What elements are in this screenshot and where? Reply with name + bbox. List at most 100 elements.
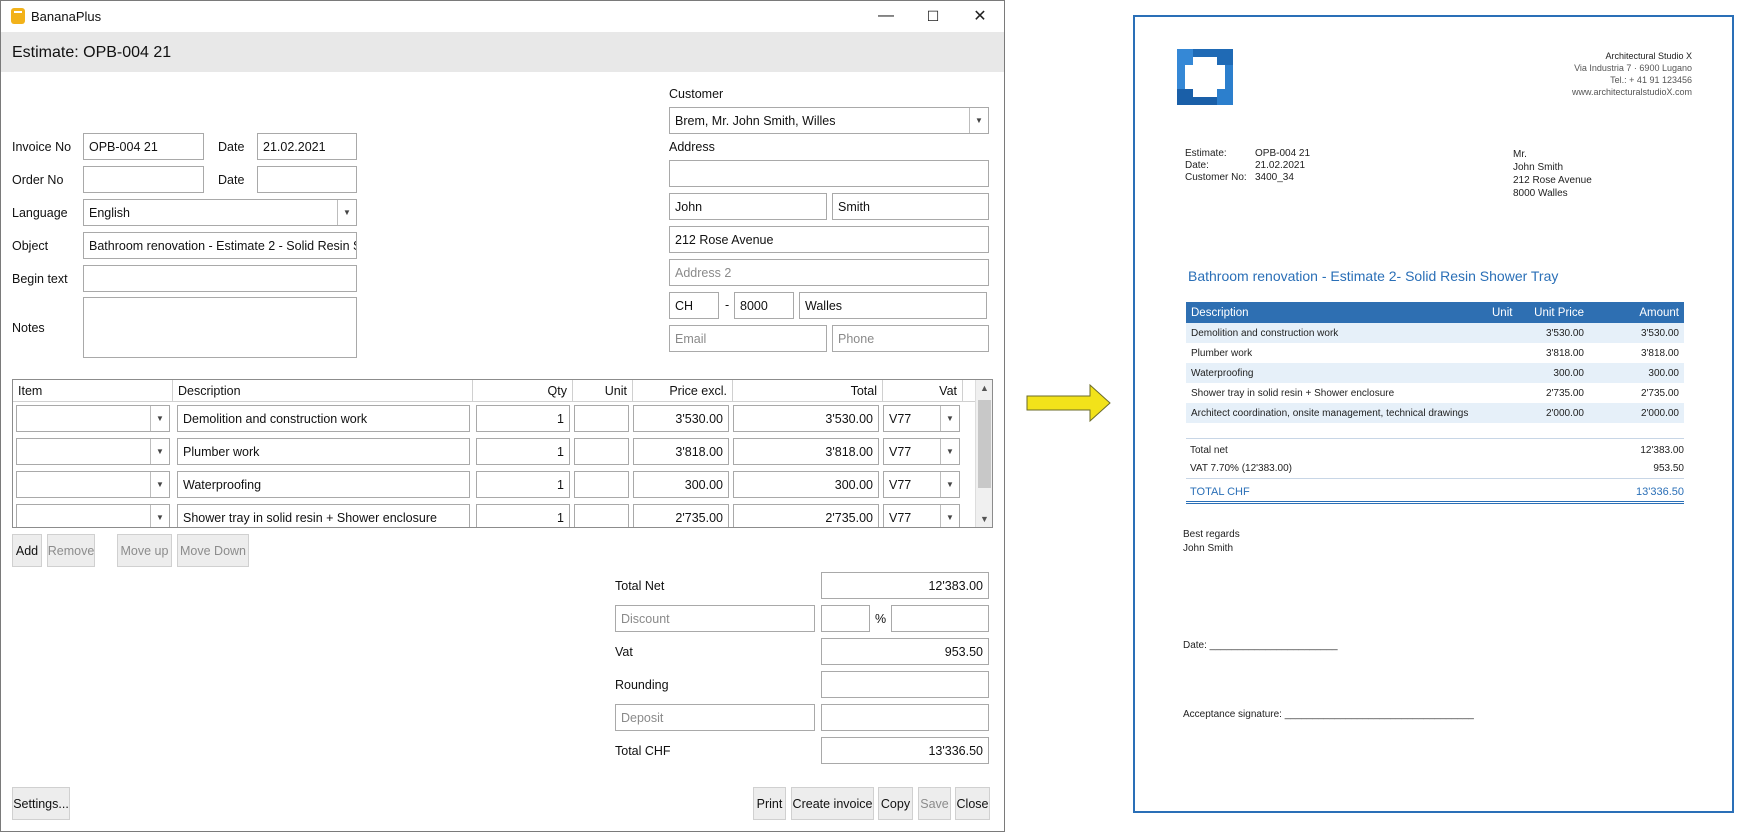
address-label: Address — [669, 140, 715, 154]
total-cell[interactable]: 3'818.00 — [733, 438, 879, 465]
zip-field[interactable]: 8000 — [734, 292, 794, 319]
deposit-description-field[interactable]: Deposit — [615, 704, 815, 731]
chevron-down-icon[interactable]: ▼ — [150, 406, 169, 431]
remove-row-button[interactable]: Remove — [47, 534, 95, 567]
print-button[interactable]: Print — [753, 787, 786, 820]
doc-row-description: Architect coordination, onsite managemen… — [1191, 408, 1469, 419]
object-field[interactable]: Bathroom renovation - Estimate 2 - Solid… — [83, 232, 357, 259]
price-cell[interactable]: 2'735.00 — [633, 504, 729, 527]
date-field[interactable]: 21.02.2021 — [257, 133, 357, 160]
unit-cell[interactable] — [574, 405, 629, 432]
vat-select[interactable]: V77 ▼ — [883, 504, 960, 527]
vat-select[interactable]: V77 ▼ — [883, 471, 960, 498]
chevron-down-icon[interactable]: ▼ — [940, 472, 959, 497]
move-up-button[interactable]: Move up — [117, 534, 172, 567]
scroll-up-icon[interactable]: ▲ — [976, 380, 992, 396]
column-header-price[interactable]: Price excl. — [633, 380, 733, 402]
qty-cell[interactable]: 1 — [476, 438, 570, 465]
total-cell[interactable]: 300.00 — [733, 471, 879, 498]
add-row-button[interactable]: Add — [12, 534, 42, 567]
column-header-item[interactable]: Item — [13, 380, 173, 402]
notes-field[interactable] — [83, 297, 357, 358]
discount-amount-field[interactable] — [891, 605, 989, 632]
customer-select[interactable]: Brem, Mr. John Smith, Willes ▼ — [669, 107, 989, 134]
discount-description-field[interactable]: Discount — [615, 605, 815, 632]
item-select[interactable]: ▼ — [16, 438, 170, 465]
close-button[interactable]: Close — [955, 787, 990, 820]
column-header-qty[interactable]: Qty — [473, 380, 573, 402]
minimize-button[interactable]: — — [863, 1, 909, 31]
street-field[interactable]: 212 Rose Avenue — [669, 226, 989, 253]
unit-cell[interactable] — [574, 438, 629, 465]
doc-row-amount: 2'735.00 — [1640, 388, 1679, 399]
city-field[interactable]: Walles — [799, 292, 987, 319]
qty-cell[interactable]: 1 — [476, 504, 570, 527]
price-cell[interactable]: 300.00 — [633, 471, 729, 498]
close-window-button[interactable]: ✕ — [957, 1, 1003, 31]
scroll-down-icon[interactable]: ▼ — [976, 511, 992, 527]
create-invoice-button[interactable]: Create invoice — [791, 787, 874, 820]
description-cell[interactable]: Plumber work — [177, 438, 470, 465]
order-date-label: Date — [218, 173, 245, 187]
chevron-down-icon[interactable]: ▼ — [150, 472, 169, 497]
total-cell[interactable]: 2'735.00 — [733, 504, 879, 527]
total-cell[interactable]: 3'530.00 — [733, 405, 879, 432]
rounding-field[interactable] — [821, 671, 989, 698]
chevron-down-icon[interactable]: ▼ — [150, 505, 169, 527]
doc-header-unit-price: Unit Price — [1534, 307, 1584, 319]
column-header-vat[interactable]: Vat — [883, 380, 963, 402]
chevron-down-icon[interactable]: ▼ — [940, 439, 959, 464]
vat-select[interactable]: V77 ▼ — [883, 405, 960, 432]
phone-field[interactable]: Phone — [832, 325, 989, 352]
chevron-down-icon[interactable]: ▼ — [940, 406, 959, 431]
description-cell[interactable]: Shower tray in solid resin + Shower encl… — [177, 504, 470, 527]
language-select[interactable]: English ▼ — [83, 199, 357, 226]
table-row[interactable]: ▼ Demolition and construction work 1 3'5… — [13, 402, 977, 435]
dialog-header: Estimate: OPB-004 21 — [1, 32, 1004, 72]
deposit-amount-field[interactable] — [821, 704, 989, 731]
doc-row-amount: 3'818.00 — [1640, 348, 1679, 359]
item-select[interactable]: ▼ — [16, 504, 170, 527]
unit-cell[interactable] — [574, 471, 629, 498]
table-row[interactable]: ▼ Waterproofing 1 300.00 300.00 V77 ▼ — [13, 468, 977, 501]
chevron-down-icon[interactable]: ▼ — [150, 439, 169, 464]
email-field[interactable]: Email — [669, 325, 827, 352]
order-date-field[interactable] — [257, 166, 357, 193]
description-cell[interactable]: Waterproofing — [177, 471, 470, 498]
chevron-down-icon[interactable]: ▼ — [940, 505, 959, 527]
country-field[interactable]: CH — [669, 292, 719, 319]
qty-cell[interactable]: 1 — [476, 405, 570, 432]
order-no-field[interactable] — [83, 166, 204, 193]
vertical-scrollbar[interactable]: ▲ ▼ — [975, 380, 992, 527]
save-button[interactable]: Save — [918, 787, 951, 820]
column-header-unit[interactable]: Unit — [573, 380, 633, 402]
copy-button[interactable]: Copy — [878, 787, 913, 820]
discount-percent-field[interactable] — [821, 605, 870, 632]
table-row[interactable]: ▼ Plumber work 1 3'818.00 3'818.00 V77 ▼ — [13, 435, 977, 468]
doc-row-description: Demolition and construction work — [1191, 328, 1339, 339]
chevron-down-icon[interactable]: ▼ — [969, 108, 988, 133]
last-name-field[interactable]: Smith — [832, 193, 989, 220]
item-select[interactable]: ▼ — [16, 471, 170, 498]
column-header-description[interactable]: Description — [173, 380, 473, 402]
description-cell[interactable]: Demolition and construction work — [177, 405, 470, 432]
price-cell[interactable]: 3'818.00 — [633, 438, 729, 465]
vat-select[interactable]: V77 ▼ — [883, 438, 960, 465]
qty-cell[interactable]: 1 — [476, 471, 570, 498]
invoice-no-field[interactable]: OPB-004 21 — [83, 133, 204, 160]
percent-sign: % — [875, 612, 887, 626]
chevron-down-icon[interactable]: ▼ — [337, 200, 356, 225]
begin-text-field[interactable] — [83, 265, 357, 292]
address2-field[interactable]: Address 2 — [669, 259, 989, 286]
price-cell[interactable]: 3'530.00 — [633, 405, 729, 432]
item-select[interactable]: ▼ — [16, 405, 170, 432]
move-down-button[interactable]: Move Down — [177, 534, 249, 567]
address-line-field[interactable] — [669, 160, 989, 187]
maximize-button[interactable]: ☐ — [910, 1, 956, 31]
scrollbar-thumb[interactable] — [978, 400, 991, 488]
table-row[interactable]: ▼ Shower tray in solid resin + Shower en… — [13, 501, 977, 527]
column-header-total[interactable]: Total — [733, 380, 883, 402]
first-name-field[interactable]: John — [669, 193, 827, 220]
settings-button[interactable]: Settings... — [12, 787, 70, 820]
unit-cell[interactable] — [574, 504, 629, 527]
